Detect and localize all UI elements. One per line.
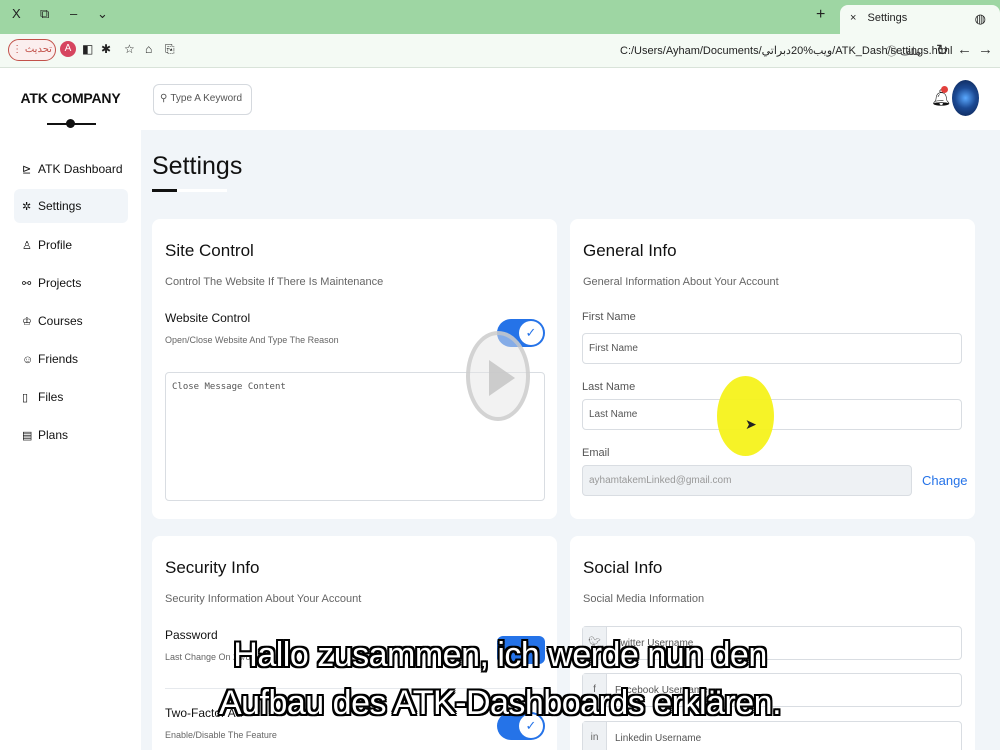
card-title: General Info: [583, 241, 677, 260]
linkedin-icon: in: [583, 722, 607, 750]
card-title: Social Info: [583, 558, 663, 577]
subtitle-line-2: Aufbau des ATK-Dashboards erklären.: [218, 684, 782, 722]
check-icon: ✓: [519, 321, 543, 345]
sidebar-item-files[interactable]: ▯ Files: [14, 380, 128, 414]
file-icon: ▯: [22, 392, 29, 404]
email-field: ayhamtakemLinked@gmail.com: [582, 465, 912, 496]
minimize-window-icon[interactable]: –: [70, 6, 77, 21]
tab-title: Settings: [867, 12, 908, 24]
graduation-icon: ♔: [22, 316, 32, 328]
card-description: Control The Website If There Is Maintena…: [165, 276, 384, 288]
back-icon[interactable]: →: [978, 41, 993, 58]
title-underline: [152, 189, 227, 192]
card-description: Social Media Information: [583, 593, 705, 605]
translate-icon[interactable]: ⎘: [165, 42, 175, 57]
two-factor-sub: Enable/Disable The Feature: [165, 730, 277, 740]
restore-window-icon[interactable]: ⧉: [40, 6, 49, 22]
sidebar-item-courses[interactable]: ♔ Courses: [14, 304, 128, 338]
card-title: Site Control: [165, 241, 254, 260]
linkedin-placeholder: Linkedin Username: [615, 733, 702, 744]
user-icon: ♙: [22, 240, 32, 252]
sidebar-item-label: Courses: [38, 314, 83, 328]
friends-icon: ☺: [22, 354, 34, 366]
website-control-sub: Open/Close Website And Type The Reason: [165, 335, 339, 345]
page-title: Settings: [152, 152, 243, 180]
close-window-icon[interactable]: X: [12, 6, 21, 21]
brand-dot: [66, 119, 75, 128]
email-label: Email: [582, 447, 610, 459]
sidebar-item-label: Files: [38, 390, 64, 404]
tab-close-icon[interactable]: ×: [850, 12, 856, 24]
website-control-label: Website Control: [165, 311, 251, 325]
update-label: تحديث: [24, 44, 52, 55]
url-prefix: ملف: [900, 46, 921, 58]
plans-icon: ▤: [22, 430, 33, 442]
sidebar-item-friends[interactable]: ☺ Friends: [14, 342, 128, 376]
tab-settings[interactable]: × Settings ◍: [840, 5, 1000, 34]
new-tab-button[interactable]: +: [816, 6, 825, 24]
sidebar-toggle-icon[interactable]: ◧: [82, 42, 93, 56]
general-info-card: General Info General Information About Y…: [570, 219, 975, 519]
sidebar-item-profile[interactable]: ♙ Profile: [14, 228, 128, 262]
sidebar-item-label: Profile: [38, 238, 73, 252]
forward-icon[interactable]: ←: [957, 41, 972, 58]
sidebar-item-label: ATK Dashboard: [38, 162, 123, 176]
menu-dots-icon: ⋮: [12, 44, 25, 55]
mouse-pointer-icon: ➤: [745, 416, 757, 432]
extensions-icon[interactable]: ✱: [101, 42, 111, 56]
card-description: General Information About Your Account: [583, 276, 779, 288]
url-info[interactable]: ⓘ ملف: [886, 43, 921, 59]
linkedin-field[interactable]: in Linkedin Username: [582, 721, 962, 750]
brand-name: ATK COMPANY: [20, 90, 121, 106]
search-icon: ⚲: [160, 93, 168, 104]
top-header: ⚲ Type A Keyword 🔔︎: [141, 68, 1000, 130]
gear-icon: ✲: [22, 201, 32, 213]
reload-icon[interactable]: ↻: [936, 41, 949, 59]
tab-search-icon[interactable]: ⌄: [97, 6, 108, 22]
search-placeholder: Type A Keyword: [170, 93, 243, 104]
home-icon[interactable]: ⌂: [145, 42, 152, 56]
diagram-icon: ⚯: [22, 278, 32, 290]
profile-avatar[interactable]: A: [60, 41, 76, 57]
change-email-link[interactable]: Change: [922, 473, 968, 488]
address-bar: ⋮ تحديث A ◧ ✱ ☆ ⌂ ⎘ C:/Users/Ayham/Docum…: [0, 34, 1000, 68]
card-description: Security Information About Your Account: [165, 593, 362, 605]
avatar[interactable]: [952, 80, 979, 116]
sidebar-item-label: Settings: [38, 199, 82, 213]
video-play-icon[interactable]: [466, 331, 530, 421]
sidebar-item-dashboard[interactable]: ⊵ ATK Dashboard: [14, 152, 128, 186]
search-input[interactable]: ⚲ Type A Keyword: [153, 84, 252, 115]
sidebar-item-label: Friends: [38, 352, 79, 366]
notification-dot: [941, 86, 948, 93]
chart-icon: ⊵: [22, 164, 32, 176]
update-button[interactable]: ⋮ تحديث: [8, 39, 56, 61]
browser-tab-bar: X ⧉ – ⌄ + × Settings ◍: [0, 0, 1000, 34]
sidebar-item-projects[interactable]: ⚯ Projects: [14, 266, 128, 300]
sidebar-item-label: Plans: [38, 428, 69, 442]
last-name-label: Last Name: [582, 381, 636, 393]
sidebar-item-label: Projects: [38, 276, 82, 290]
info-icon: ⓘ: [886, 46, 901, 58]
first-name-label: First Name: [582, 311, 636, 323]
subtitle-line-1: Hallo zusammen, ich werde nun den: [233, 636, 767, 674]
sidebar-item-plans[interactable]: ▤ Plans: [14, 418, 128, 452]
first-name-field[interactable]: First Name: [582, 333, 962, 364]
sidebar-item-settings[interactable]: ✲ Settings: [14, 189, 128, 223]
globe-icon: ◍: [974, 11, 986, 26]
bookmark-star-icon[interactable]: ☆: [124, 42, 135, 56]
card-title: Security Info: [165, 558, 260, 577]
